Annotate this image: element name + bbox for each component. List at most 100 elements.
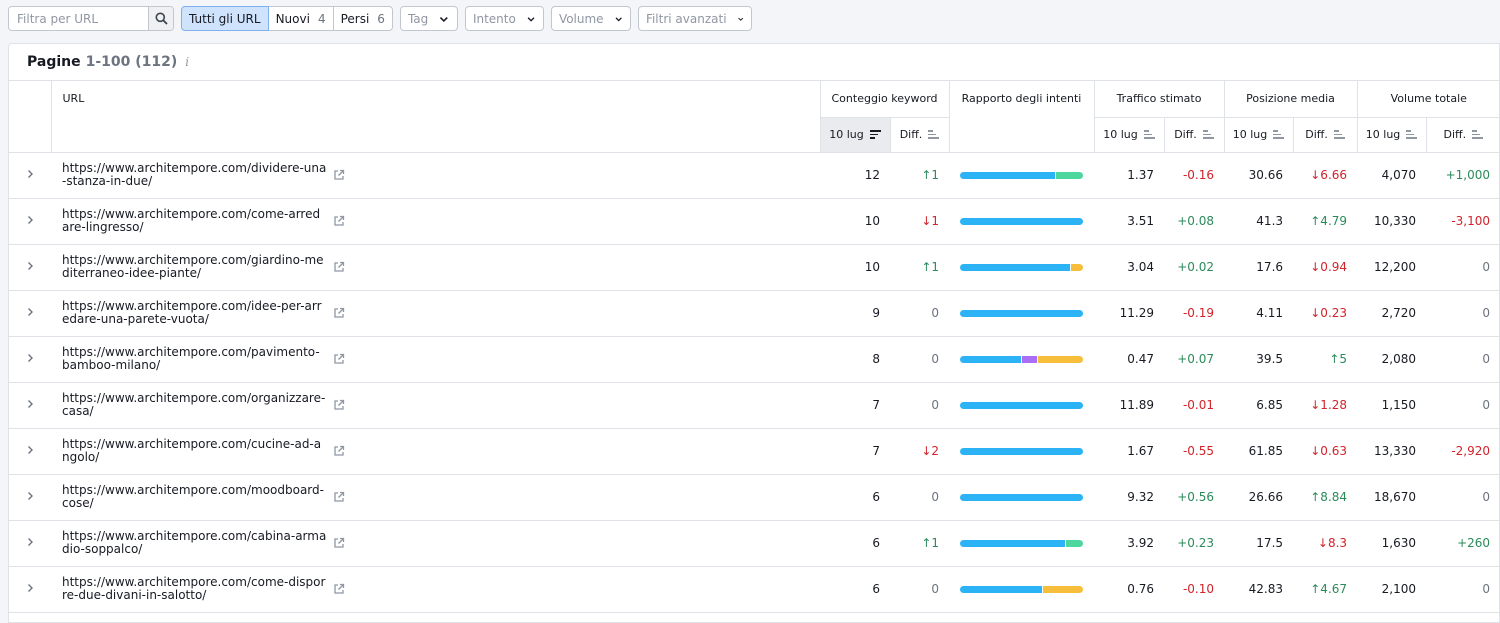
search-button[interactable]	[148, 7, 173, 30]
intent-segment-informational	[960, 585, 1042, 593]
volume-dropdown[interactable]: Volume	[550, 6, 631, 31]
external-link-icon[interactable]	[332, 214, 346, 228]
url-link[interactable]: https://www.architempore.com/dividere-un…	[62, 162, 327, 188]
traffic-diff-sort-header[interactable]: Diff.	[1163, 117, 1225, 153]
url-link[interactable]: https://www.architempore.com/cabina-arma…	[62, 530, 327, 556]
traffic-diff: +0.02	[1177, 260, 1215, 274]
intent-segment-transactional	[1056, 171, 1084, 179]
chevron-right-icon	[28, 262, 33, 270]
expand-row-button[interactable]	[9, 336, 51, 382]
url-link[interactable]: https://www.architempore.com/come-arreda…	[62, 208, 327, 234]
table-row: https://www.architempore.com/cucine-ad-a…	[9, 428, 1500, 474]
expand-row-button[interactable]	[9, 244, 51, 290]
intent-ratio-bar[interactable]	[960, 585, 1084, 593]
external-link-icon[interactable]	[332, 444, 346, 458]
expand-row-button[interactable]	[9, 428, 51, 474]
intent-ratio-bar[interactable]	[960, 493, 1084, 501]
url-link[interactable]: https://www.architempore.com/pavimento-b…	[62, 346, 327, 372]
expand-row-button[interactable]	[9, 198, 51, 244]
position-value: 4.11	[1256, 306, 1284, 320]
volume-value: 2,100	[1381, 582, 1417, 596]
expand-row-button[interactable]	[9, 566, 51, 612]
expand-row-button[interactable]	[9, 474, 51, 520]
keyword-count-diff: 0	[931, 352, 940, 366]
traffic-value: 0.76	[1127, 582, 1155, 596]
keyword-count-diff: ↓2	[921, 444, 940, 458]
external-link-icon[interactable]	[332, 490, 346, 504]
expand-row-button[interactable]	[9, 290, 51, 336]
expand-column-header	[9, 81, 51, 153]
intent-ratio-bar[interactable]	[960, 263, 1084, 271]
traffic-diff: +0.07	[1177, 352, 1215, 366]
intent-segment-navigational	[1021, 355, 1038, 363]
volume-diff-sort-header[interactable]: Diff.	[1425, 117, 1500, 153]
keyword-count-date-sort-header[interactable]: 10 lug	[819, 117, 890, 153]
expand-row-button[interactable]	[9, 520, 51, 566]
chevron-right-icon	[28, 584, 33, 592]
intent-ratio-bar[interactable]	[960, 401, 1084, 409]
external-link-icon[interactable]	[332, 398, 346, 412]
volume-diff: 0	[1482, 260, 1491, 274]
keyword-count-diff: ↓1	[921, 214, 940, 228]
url-link[interactable]: https://www.architempore.com/come-dispor…	[62, 576, 327, 602]
external-link-icon[interactable]	[332, 352, 346, 366]
tab-lost-urls-label: Persi	[340, 11, 370, 26]
pages-panel: Pagine 1-100 (112) i URL Conteggio keywo…	[8, 43, 1500, 623]
chevron-right-icon	[28, 216, 33, 224]
url-link[interactable]: https://www.architempore.com/moodboard-c…	[62, 484, 327, 510]
intent-segment-informational	[960, 355, 1021, 363]
external-link-icon[interactable]	[332, 260, 346, 274]
panel-title: Pagine	[27, 54, 81, 70]
url-link[interactable]: https://www.architempore.com/giardino-me…	[62, 254, 327, 280]
expand-row-button[interactable]	[9, 382, 51, 428]
keyword-count-diff-sort-header[interactable]: Diff.	[889, 117, 950, 153]
url-link[interactable]: https://www.architempore.com/organizzare…	[62, 392, 327, 418]
url-filter	[8, 6, 174, 31]
intent-ratio-bar[interactable]	[960, 309, 1084, 317]
tab-lost-urls[interactable]: Persi 6	[333, 6, 393, 31]
panel-range: 1-100 (112)	[85, 54, 178, 70]
position-value: 61.85	[1248, 444, 1284, 458]
traffic-diff: -0.10	[1182, 582, 1215, 596]
intent-segment-informational	[960, 447, 1084, 455]
traffic-diff: -0.55	[1182, 444, 1215, 458]
external-link-icon[interactable]	[332, 536, 346, 550]
volume-value: 13,330	[1374, 444, 1417, 458]
traffic-value: 3.92	[1127, 536, 1155, 550]
external-link-icon[interactable]	[332, 582, 346, 596]
advanced-filters-label: Filtri avanzati	[645, 11, 727, 26]
position-date-sort-header[interactable]: 10 lug	[1223, 117, 1294, 153]
intent-ratio-bar[interactable]	[960, 217, 1084, 225]
volume-value: 4,070	[1381, 168, 1417, 182]
traffic-date-sort-header[interactable]: 10 lug	[1093, 117, 1165, 153]
tab-all-urls[interactable]: Tutti gli URL	[181, 6, 269, 31]
search-icon	[155, 12, 168, 25]
intent-ratio-bar[interactable]	[960, 355, 1084, 363]
keyword-count-diff: 0	[931, 306, 940, 320]
chevron-right-icon	[28, 538, 33, 546]
advanced-filters-dropdown[interactable]: Filtri avanzati	[637, 6, 752, 31]
external-link-icon[interactable]	[332, 168, 346, 182]
url-filter-input[interactable]	[9, 7, 148, 30]
external-link-icon[interactable]	[332, 306, 346, 320]
position-diff-sort-header[interactable]: Diff.	[1292, 117, 1358, 153]
intent-dropdown[interactable]: Intento	[464, 6, 544, 31]
tab-new-urls[interactable]: Nuovi 4	[268, 6, 334, 31]
volume-date-sort-header[interactable]: 10 lug	[1356, 117, 1427, 153]
info-icon[interactable]: i	[185, 55, 189, 69]
intent-ratio-bar[interactable]	[960, 447, 1084, 455]
expand-row-button[interactable]	[9, 152, 51, 198]
keyword-count-value: 10	[864, 214, 880, 228]
volume-diff-label: Diff.	[1443, 128, 1467, 141]
intent-ratio-bar[interactable]	[960, 171, 1084, 179]
url-link[interactable]: https://www.architempore.com/cucine-ad-a…	[62, 438, 327, 464]
url-cell: https://www.architempore.com/cucine-ad-a…	[51, 428, 820, 474]
sort-icon	[1273, 130, 1285, 139]
sort-icon	[1472, 130, 1484, 139]
url-link[interactable]: https://www.architempore.com/idee-per-ar…	[62, 300, 327, 326]
table-row: https://www.architempore.com/come-dispor…	[9, 566, 1500, 612]
chevron-right-icon	[28, 492, 33, 500]
tag-dropdown[interactable]: Tag	[399, 6, 458, 31]
intent-ratio-bar[interactable]	[960, 539, 1084, 547]
keyword-count-diff: ↑1	[921, 260, 940, 274]
